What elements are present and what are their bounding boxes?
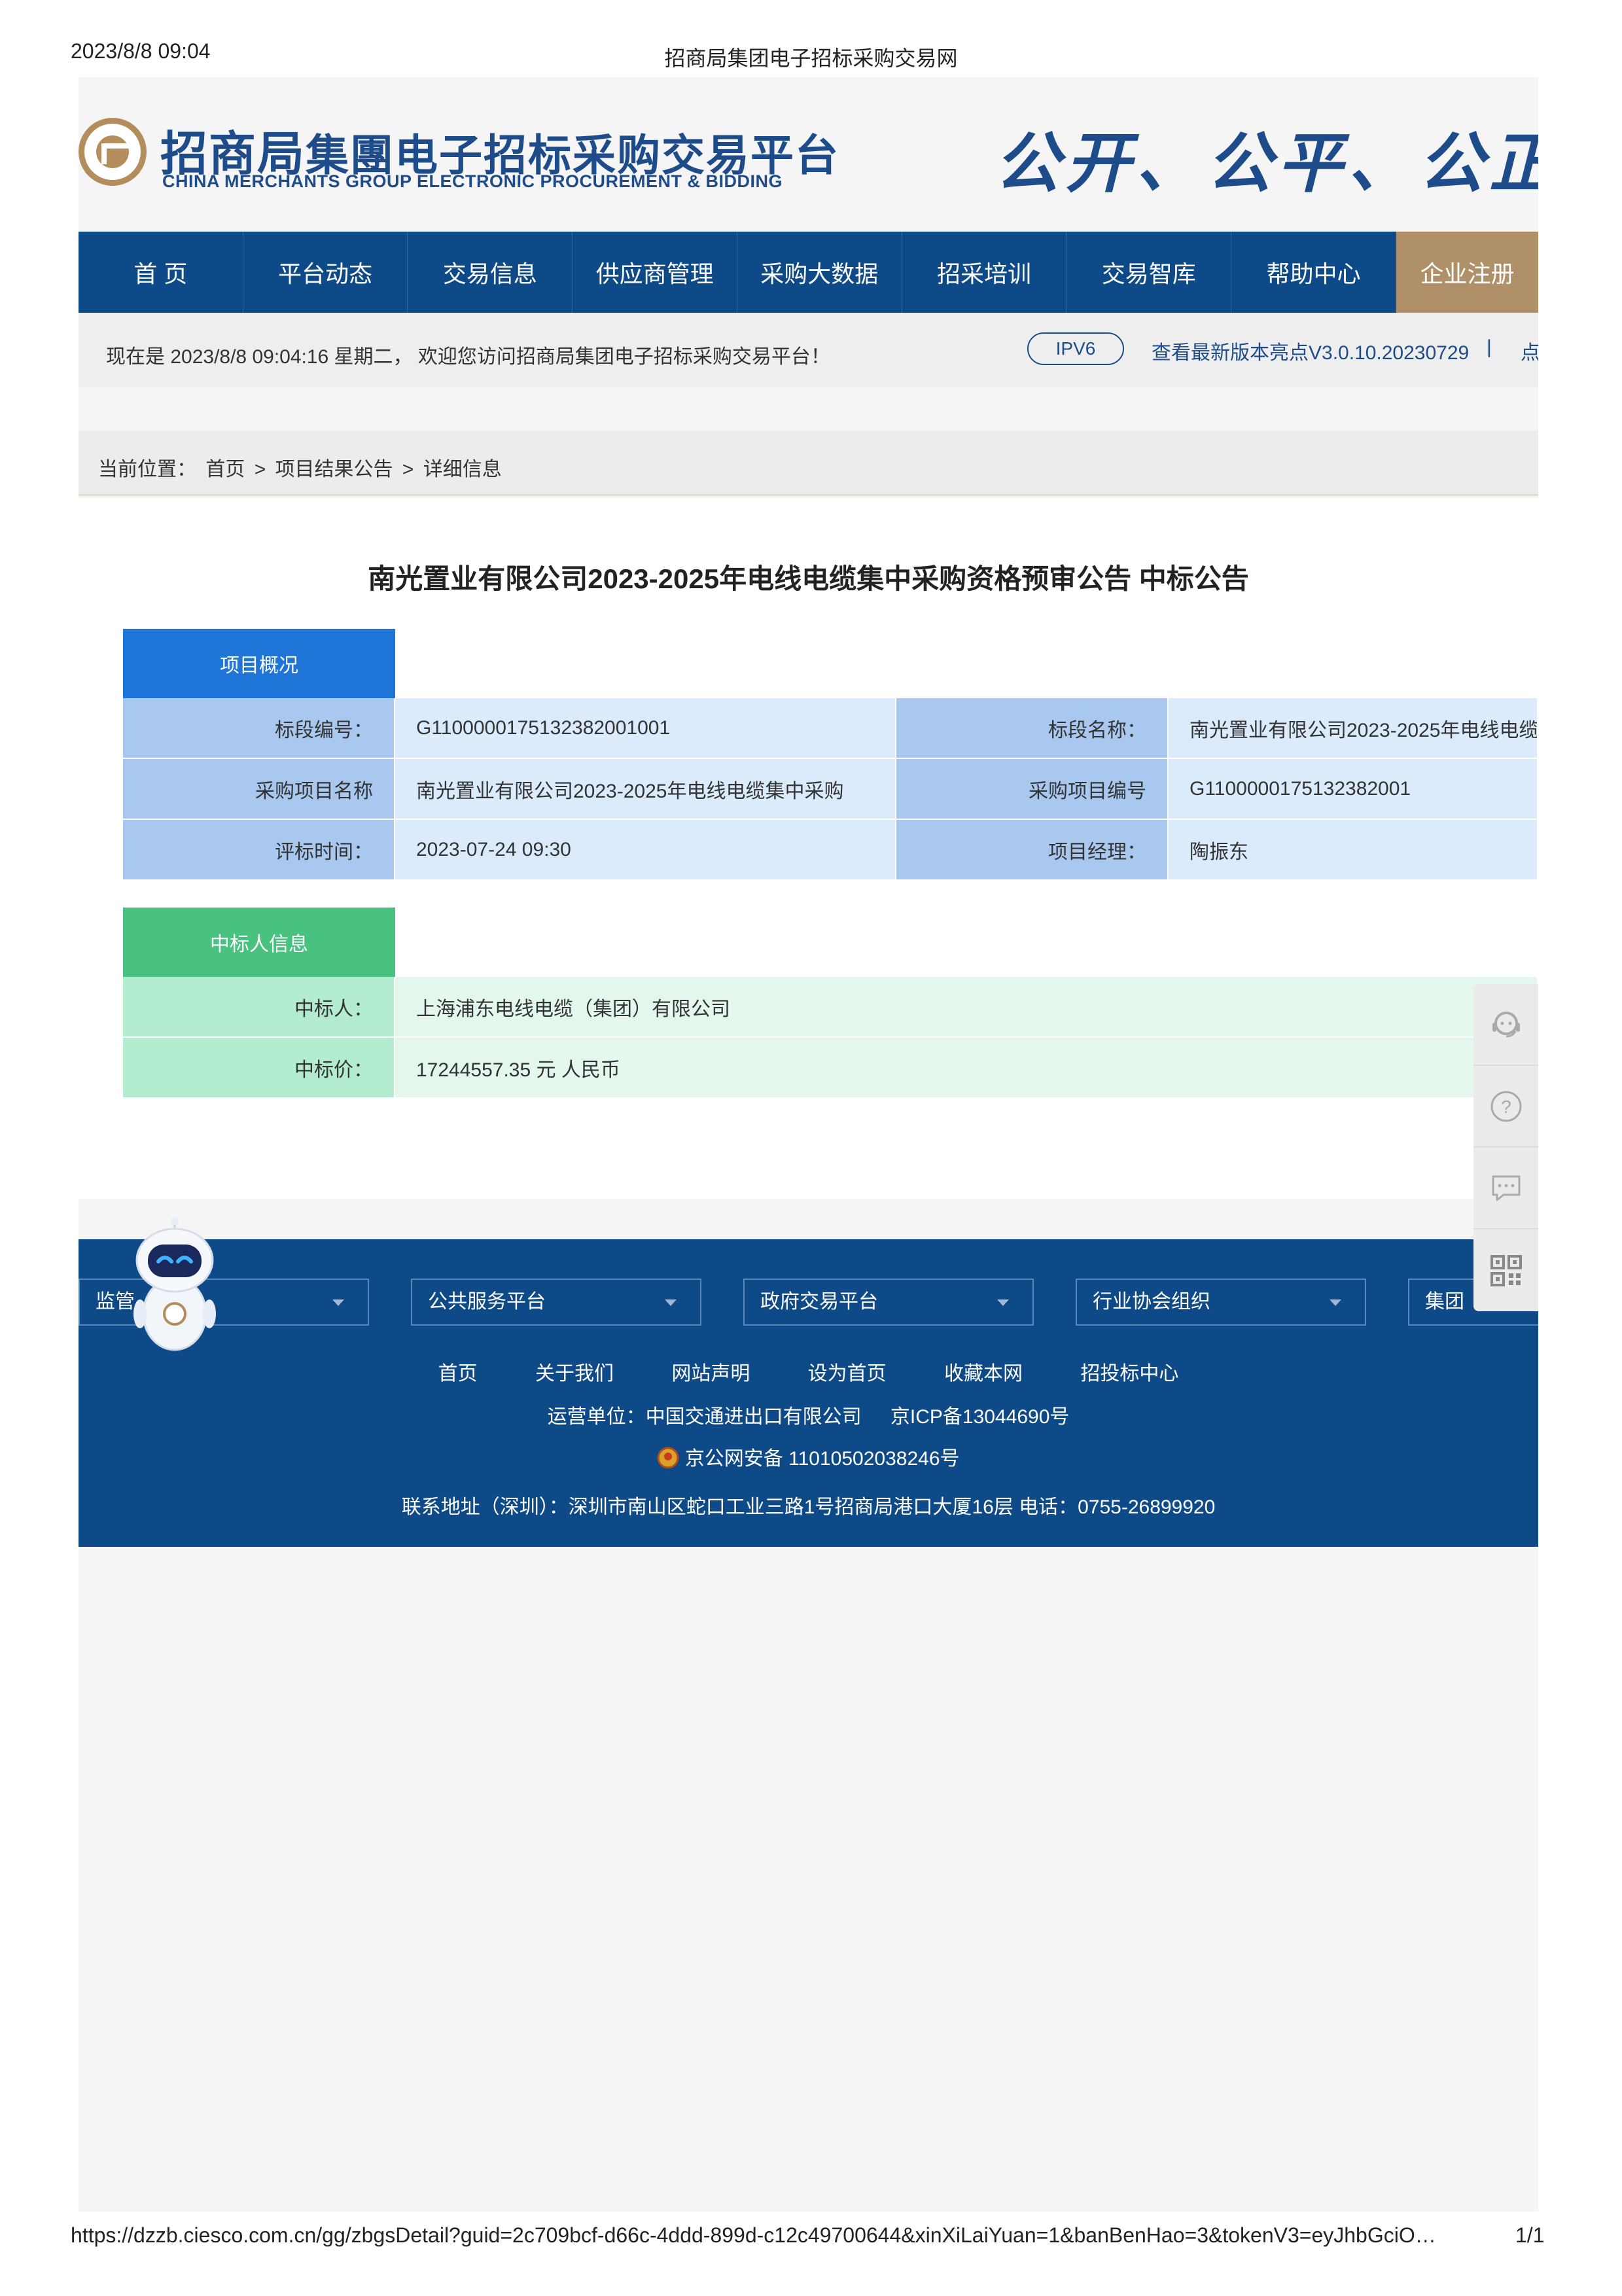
nav-think-tank[interactable]: 交易智库 xyxy=(1067,232,1232,313)
footer-link-about[interactable]: 关于我们 xyxy=(535,1363,614,1385)
dropdown-industry-association[interactable]: 行业协会组织 xyxy=(1076,1279,1366,1326)
winning-price-value: 17244557.35 元 人民币 xyxy=(395,1038,1538,1097)
browser-page: 招商局集團电子招标采购交易平台 CHINA MERCHANTS GROUP EL… xyxy=(79,77,1538,2212)
winner-info-table: 中标人： 上海浦东电线电缆（集团）有限公司 中标价： 17244557.35 元… xyxy=(123,977,1538,1099)
notice-title: 南光置业有限公司2023-2025年电线电缆集中采购资格预审公告 中标公告 xyxy=(368,563,1249,594)
print-page-number: 1/1 xyxy=(1515,2223,1545,2247)
project-no-value: G1100000175132382001 xyxy=(1169,759,1538,819)
notice-content: 南光置业有限公司2023-2025年电线电缆集中采购资格预审公告 中标公告 项目… xyxy=(79,498,1538,1199)
latest-version-link[interactable]: 查看最新版本亮点V3.0.10.20230729 xyxy=(1152,336,1469,365)
nav-training[interactable]: 招采培训 xyxy=(902,232,1067,313)
help-icon[interactable]: ? xyxy=(1473,1066,1538,1148)
table-row: 中标价： 17244557.35 元 人民币 xyxy=(123,1038,1538,1099)
project-manager-label: 项目经理： xyxy=(896,820,1169,879)
slogan: 公开、公平、公正、诚 xyxy=(995,124,1538,202)
operator-text: 运营单位：中国交通进出口有限公司 xyxy=(547,1406,862,1428)
police-badge-icon xyxy=(657,1447,679,1469)
section-no-label: 标段编号： xyxy=(123,698,395,758)
truncated-link[interactable]: 点 xyxy=(1521,336,1538,365)
project-no-label: 采购项目编号 xyxy=(896,759,1169,819)
breadcrumb-result-notice[interactable]: 项目结果公告 xyxy=(275,459,393,480)
evaluation-time-value: 2023-07-24 09:30 xyxy=(395,820,896,879)
dropdown-government-trade[interactable]: 政府交易平台 xyxy=(743,1279,1034,1326)
police-record-link[interactable]: 京公网安备 11010502038246号 xyxy=(685,1448,960,1470)
site-footer: 监管 公共服务平台 政府交易平台 行业协会组织 集团 首页 关于我们 网站声明 … xyxy=(79,1239,1538,1547)
nav-trade-info[interactable]: 交易信息 xyxy=(408,232,573,313)
icp-link[interactable]: 京ICP备13044690号 xyxy=(890,1406,1070,1428)
welcome-bar: 现在是 2023/8/8 09:04:16 星期二， 欢迎您访问招商局集团电子招… xyxy=(79,313,1538,387)
project-manager-value: 陶振东 xyxy=(1169,820,1538,879)
logo-icon[interactable] xyxy=(79,118,147,186)
breadcrumb-detail: 详细信息 xyxy=(423,459,502,480)
section-name-value: 南光置业有限公司2023-2025年电线电缆集 xyxy=(1169,698,1538,758)
footer-links: 首页 关于我们 网站声明 设为首页 收藏本网 招投标中心 xyxy=(79,1357,1538,1386)
table-row: 中标人： 上海浦东电线电缆（集团）有限公司 xyxy=(123,977,1538,1038)
dropdown-regulators[interactable]: 监管 xyxy=(79,1279,369,1326)
customer-service-icon[interactable] xyxy=(1473,984,1538,1066)
print-footer: https://dzzb.ciesco.com.cn/gg/zbgsDetail… xyxy=(0,2223,1622,2256)
dropdown-label: 行业协会组织 xyxy=(1093,1291,1210,1313)
caret-down-icon xyxy=(1330,1299,1341,1306)
nav-platform-news[interactable]: 平台动态 xyxy=(243,232,408,313)
main-nav: 首 页 平台动态 交易信息 供应商管理 采购大数据 招采培训 交易智库 帮助中心… xyxy=(79,232,1538,313)
robot-assistant-icon[interactable] xyxy=(126,1216,224,1353)
svg-text:?: ? xyxy=(1501,1097,1511,1117)
caret-down-icon xyxy=(997,1299,1009,1306)
footer-address: 联系地址（深圳）：深圳市南山区蛇口工业三路1号招商局港口大厦16层 电话：075… xyxy=(401,1496,1216,1518)
dropdown-label: 集团 xyxy=(1425,1291,1464,1313)
current-time-text: 现在是 2023/8/8 09:04:16 星期二， 欢迎您访问招商局集团电子招… xyxy=(106,346,830,368)
floating-sidebar: ? xyxy=(1473,984,1538,1311)
breadcrumb-separator: > xyxy=(402,459,414,480)
evaluation-time-label: 评标时间： xyxy=(123,820,395,879)
caret-down-icon xyxy=(665,1299,677,1306)
dropdown-label: 公共服务平台 xyxy=(428,1291,546,1313)
caret-down-icon xyxy=(332,1299,344,1306)
section-name-label: 标段名称： xyxy=(896,698,1169,758)
breadcrumb-separator: > xyxy=(254,459,266,480)
project-overview-table: 标段编号： G1100000175132382001001 标段名称： 南光置业… xyxy=(123,698,1538,881)
breadcrumb: 当前位置： 首页 > 项目结果公告 > 详细信息 xyxy=(79,431,1538,496)
footer-link-statement[interactable]: 网站声明 xyxy=(671,1363,750,1385)
winner-value: 上海浦东电线电缆（集团）有限公司 xyxy=(395,977,1538,1036)
footer-link-set-home[interactable]: 设为首页 xyxy=(808,1363,887,1385)
site-banner: 招商局集團电子招标采购交易平台 CHINA MERCHANTS GROUP EL… xyxy=(79,77,1538,232)
winner-label: 中标人： xyxy=(123,977,395,1036)
footer-link-bidding-center[interactable]: 招投标中心 xyxy=(1080,1363,1178,1385)
breadcrumb-home[interactable]: 首页 xyxy=(205,459,245,480)
nav-help-center[interactable]: 帮助中心 xyxy=(1231,232,1396,313)
breadcrumb-label: 当前位置： xyxy=(98,459,196,480)
winning-price-label: 中标价： xyxy=(123,1038,395,1097)
footer-police: 京公网安备 11010502038246号 xyxy=(79,1442,1538,1471)
table-row: 采购项目名称 南光置业有限公司2023-2025年电线电缆集中采购 采购项目编号… xyxy=(123,759,1538,820)
winner-info-tab[interactable]: 中标人信息 xyxy=(123,908,395,977)
project-overview-tab[interactable]: 项目概况 xyxy=(123,629,395,698)
footer-link-home[interactable]: 首页 xyxy=(438,1363,478,1385)
dropdown-public-service[interactable]: 公共服务平台 xyxy=(411,1279,701,1326)
project-name-value: 南光置业有限公司2023-2025年电线电缆集中采购 xyxy=(395,759,896,819)
print-url: https://dzzb.ciesco.com.cn/gg/zbgsDetail… xyxy=(71,2223,1436,2247)
print-title: 招商局集团电子招标采购交易网 xyxy=(664,46,958,70)
print-header: 2023/8/8 09:04 招商局集团电子招标采购交易网 xyxy=(0,39,1622,72)
ipv6-badge[interactable]: IPV6 xyxy=(1027,332,1124,365)
qrcode-icon[interactable] xyxy=(1473,1229,1538,1311)
nav-register[interactable]: 企业注册 xyxy=(1396,232,1538,313)
section-no-value: G1100000175132382001001 xyxy=(395,698,896,758)
footer-operator: 运营单位：中国交通进出口有限公司 京ICP备13044690号 xyxy=(79,1400,1538,1429)
divider: | xyxy=(1487,336,1492,358)
nav-home[interactable]: 首 页 xyxy=(79,232,243,313)
nav-supplier-management[interactable]: 供应商管理 xyxy=(573,232,737,313)
dropdown-label: 政府交易平台 xyxy=(760,1291,878,1313)
table-row: 标段编号： G1100000175132382001001 标段名称： 南光置业… xyxy=(123,698,1538,759)
logo-english: CHINA MERCHANTS GROUP ELECTRONIC PROCURE… xyxy=(162,171,783,191)
message-icon[interactable] xyxy=(1473,1148,1538,1229)
footer-link-bookmark[interactable]: 收藏本网 xyxy=(944,1363,1023,1385)
nav-procurement-big-data[interactable]: 采购大数据 xyxy=(737,232,902,313)
table-row: 评标时间： 2023-07-24 09:30 项目经理： 陶振东 xyxy=(123,820,1538,881)
project-name-label: 采购项目名称 xyxy=(123,759,395,819)
